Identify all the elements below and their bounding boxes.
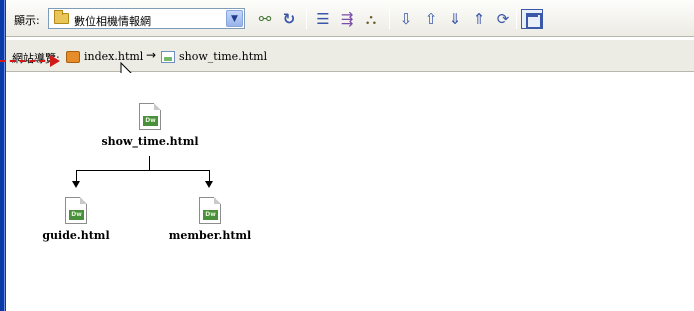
- site-map-canvas[interactable]: Dw show_time.html Dw guide.html Dw membe…: [6, 73, 694, 311]
- files-toolbar: 顯示: 數位相機情報網 ▼ ⚯ ↻ ☰ ⇶ ⛬ ⇩ ⇧ ⇓ ⇑ ⟳: [6, 0, 694, 37]
- site-select-value: 數位相機情報網: [74, 15, 151, 28]
- site-navigation-breadcrumb: 網站導覽: index.html → show_time.html: [6, 39, 694, 72]
- connector-line: [149, 156, 150, 170]
- view-options-icon[interactable]: ☰: [312, 8, 334, 30]
- node-filename: guide.html: [42, 229, 110, 242]
- toolbar-separator: [516, 9, 517, 29]
- toolbar-separator: [389, 9, 390, 29]
- home-page-icon: [66, 51, 80, 63]
- node-filename: show_time.html: [101, 135, 199, 148]
- expand-collapse-icon[interactable]: ⇶: [336, 8, 358, 30]
- dreamweaver-file-icon: Dw: [65, 197, 87, 224]
- check-out-icon[interactable]: ⇑: [468, 8, 490, 30]
- refresh-icon[interactable]: ↻: [278, 8, 300, 30]
- site-map-node-child[interactable]: Dw guide.html: [36, 197, 116, 242]
- site-map-icon[interactable]: ⛬: [360, 8, 382, 30]
- breadcrumb-item-index[interactable]: index.html: [84, 50, 143, 63]
- put-icon[interactable]: ⇧: [420, 8, 442, 30]
- show-label: 顯示:: [14, 14, 40, 27]
- node-filename: member.html: [168, 229, 252, 242]
- connector-arrow: [72, 181, 80, 188]
- toolbar-separator: [306, 9, 307, 29]
- get-icon[interactable]: ⇩: [395, 8, 417, 30]
- dreamweaver-file-icon: Dw: [139, 103, 161, 130]
- connector-line: [76, 170, 210, 171]
- site-map-node-root[interactable]: Dw show_time.html: [100, 103, 200, 148]
- chevron-down-icon[interactable]: ▼: [226, 10, 243, 27]
- breadcrumb-item-show-time[interactable]: show_time.html: [179, 50, 267, 63]
- site-map-node-child[interactable]: Dw member.html: [160, 197, 260, 242]
- connect-icon[interactable]: ⚯: [254, 8, 276, 30]
- site-select[interactable]: 數位相機情報網 ▼: [48, 8, 245, 29]
- arrow-right-icon: →: [146, 48, 157, 62]
- window-icon[interactable]: [521, 9, 543, 29]
- annotation-arrow-line: [0, 60, 55, 62]
- connector-arrow: [205, 181, 213, 188]
- synchronize-icon[interactable]: ⟳: [492, 8, 514, 30]
- folder-icon: [54, 10, 69, 24]
- page-icon: [161, 51, 175, 63]
- check-in-icon[interactable]: ⇓: [444, 8, 466, 30]
- dreamweaver-file-icon: Dw: [199, 197, 221, 224]
- annotation-arrow-head: [50, 55, 60, 67]
